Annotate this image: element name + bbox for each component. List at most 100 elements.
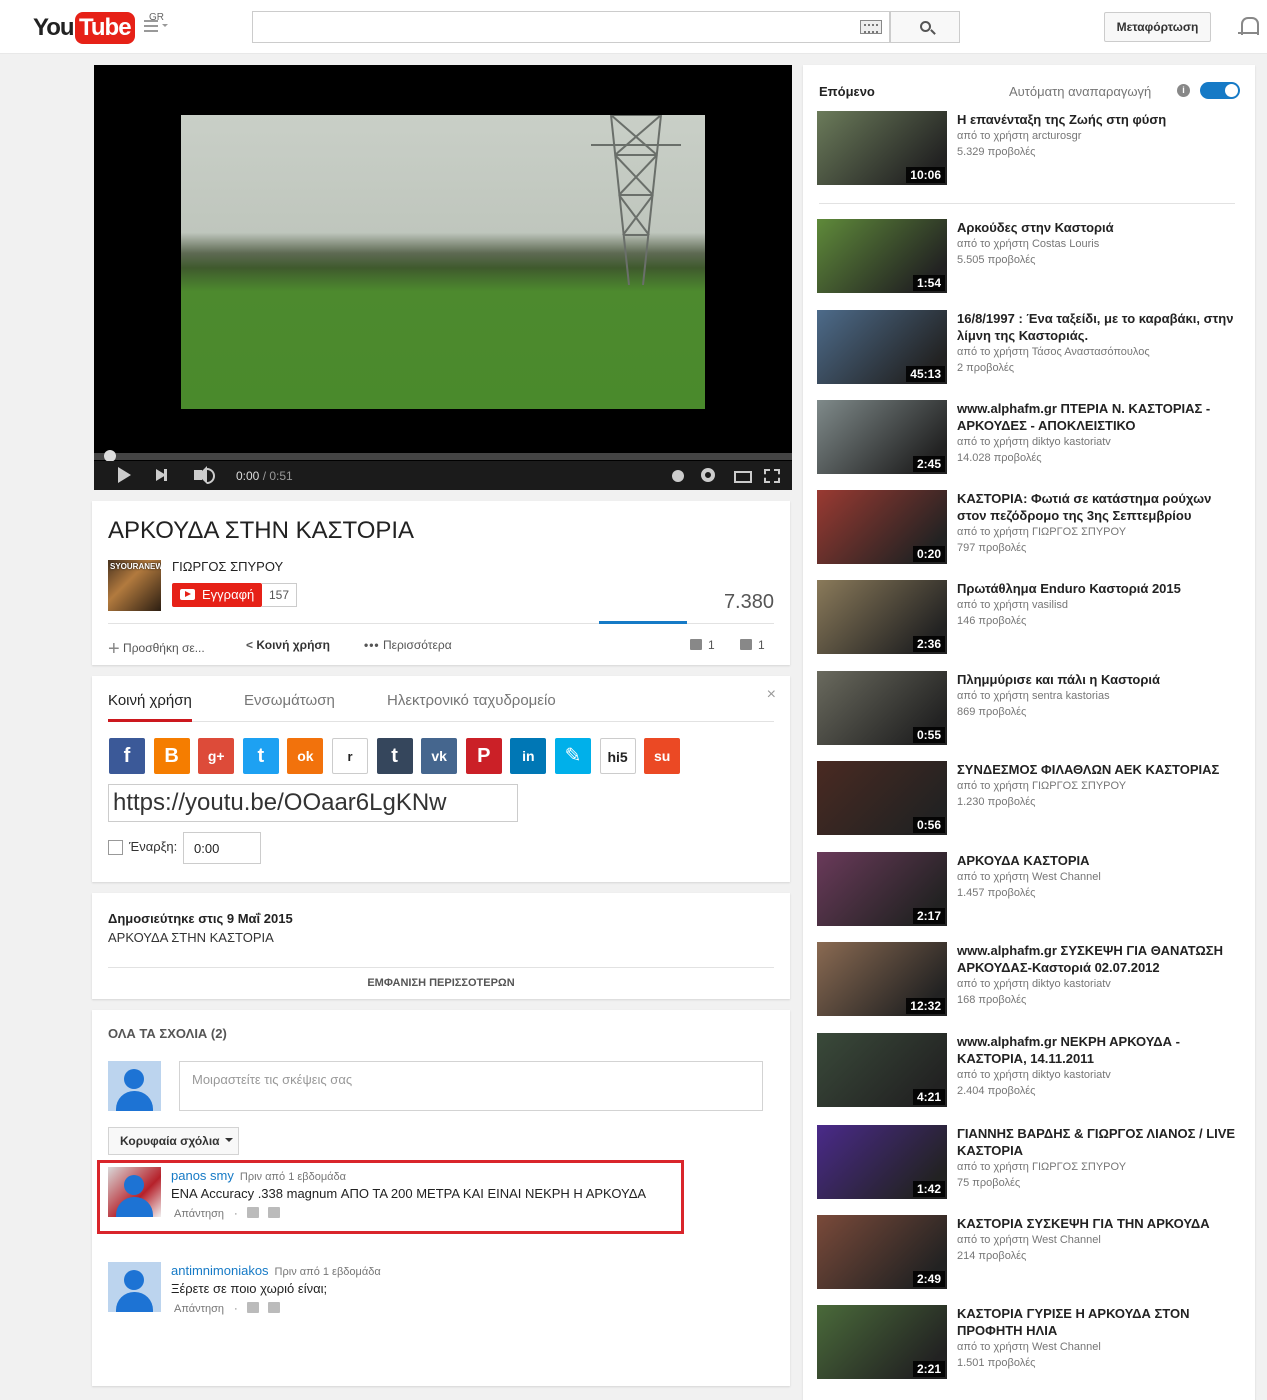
related-video-item[interactable]: 45:13 16/8/1997 : Ένα ταξείδι, με το καρα… <box>803 310 1255 400</box>
twitter-icon[interactable]: t <box>242 738 279 774</box>
related-video-item[interactable]: 0:20 ΚΑΣΤΟΡΙΑ: Φωτιά σε κατάστημα ρούχων … <box>803 490 1255 580</box>
video-thumbnail[interactable]: 10:06 <box>817 111 947 185</box>
autoplay-toggle[interactable] <box>1200 82 1240 99</box>
comment-author[interactable]: antimnimoniakos <box>171 1263 269 1278</box>
google-plus-icon[interactable]: g+ <box>198 738 235 774</box>
thumbs-up-icon[interactable] <box>246 1302 259 1313</box>
related-video-item[interactable]: 1:42 ΓΙΑΝΝΗΣ ΒΑΡΔΗΣ & ΓΙΩΡΓΟΣ ΛΙΑΝΟΣ / LI… <box>803 1125 1255 1215</box>
video-title[interactable]: ΚΑΣΤΟΡΙΑ: Φωτιά σε κατάστημα ρούχων στον… <box>957 490 1239 524</box>
subscribe-button[interactable]: Εγγραφή <box>172 583 262 607</box>
more-actions-button[interactable]: ••• Περισσότερα <box>364 638 452 652</box>
video-player[interactable]: 0:00 / 0:51 <box>94 65 792 490</box>
video-title[interactable]: ΣΥΝΔΕΣΜΟΣ ΦΙΛΑΘΛΩΝ ΑΕΚ ΚΑΣΤΟΡΙΑΣ <box>957 761 1239 778</box>
video-thumbnail[interactable]: 0:56 <box>817 761 947 835</box>
video-thumbnail[interactable]: 2:17 <box>817 852 947 926</box>
video-title[interactable]: Αρκούδες στην Καστοριά <box>957 219 1239 236</box>
video-title[interactable]: Πρωτάθλημα Enduro Καστοριά 2015 <box>957 580 1239 597</box>
video-thumbnail[interactable]: 2:45 <box>817 400 947 474</box>
fullscreen-icon[interactable] <box>764 469 780 483</box>
related-video-item[interactable]: 2:36 Πρωτάθλημα Enduro Καστοριά 2015 από τ… <box>803 580 1255 670</box>
reddit-icon[interactable]: r <box>332 738 368 774</box>
video-thumbnail[interactable]: 1:42 <box>817 1125 947 1199</box>
add-to-button[interactable]: + Προσθήκη σε... <box>108 638 205 661</box>
theater-mode-icon[interactable] <box>734 471 752 483</box>
video-title[interactable]: ΚΑΣΤΟΡΙΑ ΓΥΡΙΣΕ Η ΑΡΚΟΥΔΑ ΣΤΟΝ ΠΡΟΦΗΤΗ Η… <box>957 1305 1239 1339</box>
notifications-bell-icon[interactable] <box>1238 15 1259 39</box>
related-video-item[interactable]: 4:21 www.alphafm.gr ΝΕΚΡΗ ΑΡΚΟΥΔΑ - ΚΑΣΤΟ… <box>803 1033 1255 1123</box>
progress-bar[interactable] <box>94 450 792 462</box>
tab-share[interactable]: Κοινή χρήση <box>108 692 192 722</box>
video-title[interactable]: ΚΑΣΤΟΡΙΑ ΣΥΣΚΕΨΗ ΓΙΑ ΤΗΝ ΑΡΚΟΥΔΑ <box>957 1215 1239 1232</box>
related-video-item[interactable]: 2:17 ΑΡΚΟΥΔΑ ΚΑΣΤΟΡΙΑ από το χρήστη West C… <box>803 852 1255 942</box>
start-at-checkbox[interactable] <box>108 840 123 855</box>
related-video-item[interactable]: 2:45 www.alphafm.gr ΠΤΕΡΙΑ Ν. ΚΑΣΤΟΡΙΑΣ -… <box>803 400 1255 490</box>
video-thumbnail[interactable]: 0:55 <box>817 671 947 745</box>
search-button[interactable] <box>890 11 960 43</box>
vk-icon[interactable]: vk <box>421 738 458 774</box>
reply-button[interactable]: Απάντηση <box>174 1303 224 1315</box>
video-title[interactable]: www.alphafm.gr ΣΥΣΚΕΨΗ ΓΙΑ ΘΑΝΑΤΩΣΗ ΑΡΚΟ… <box>957 942 1239 976</box>
channel-name[interactable]: ΓΙΩΡΓΟΣ ΣΠΥΡΟΥ <box>172 559 283 574</box>
livejournal-icon[interactable]: ✎ <box>555 738 591 774</box>
blogger-icon[interactable]: B <box>153 738 190 774</box>
related-video-item[interactable]: 1:54 Αρκούδες στην Καστοριά από το χρήστη … <box>803 219 1255 309</box>
upload-button[interactable]: Μεταφόρτωση <box>1104 12 1211 42</box>
thumbs-down-icon[interactable] <box>267 1302 280 1313</box>
next-icon[interactable] <box>156 469 167 481</box>
related-video-item[interactable]: 0:56 ΣΥΝΔΕΣΜΟΣ ΦΙΛΑΘΛΩΝ ΑΕΚ ΚΑΣΤΟΡΙΑΣ από … <box>803 761 1255 851</box>
like-button[interactable]: 1 <box>690 638 715 652</box>
video-thumbnail[interactable]: 12:32 <box>817 942 947 1016</box>
linkedin-icon[interactable]: in <box>510 738 547 774</box>
video-title[interactable]: www.alphafm.gr ΝΕΚΡΗ ΑΡΚΟΥΔΑ - ΚΑΣΤΟΡΙΑ,… <box>957 1033 1239 1067</box>
comment-time[interactable]: Πριν από 1 εβδομάδα <box>275 1266 381 1278</box>
player-controls: 0:00 / 0:51 <box>94 461 792 490</box>
tab-embed[interactable]: Ενσωμάτωση <box>244 692 335 722</box>
search-input[interactable] <box>252 11 890 43</box>
video-title[interactable]: www.alphafm.gr ΠΤΕΡΙΑ Ν. ΚΑΣΤΟΡΙΑΣ - ΑΡΚ… <box>957 400 1239 434</box>
close-icon[interactable]: × <box>767 686 776 704</box>
video-thumbnail[interactable]: 2:49 <box>817 1215 947 1289</box>
settings-gear-icon[interactable] <box>701 468 715 482</box>
video-title[interactable]: 16/8/1997 : Ένα ταξείδι, με το καραβάκι,… <box>957 310 1239 344</box>
video-views: 869 προβολές <box>957 706 1027 718</box>
keyboard-icon[interactable] <box>860 20 882 34</box>
related-video-item[interactable]: 0:55 Πλημμύρισε και πάλι η Καστοριά από το… <box>803 671 1255 761</box>
chevron-down-icon[interactable] <box>162 24 168 30</box>
related-video-item[interactable]: 10:06 Η επανένταξη της Ζωής στη φύση από τ… <box>803 111 1255 201</box>
video-title[interactable]: ΓΙΑΝΝΗΣ ΒΑΡΔΗΣ & ΓΙΩΡΓΟΣ ΛΙΑΝΟΣ / LIVE Κ… <box>957 1125 1239 1159</box>
video-thumbnail[interactable]: 2:36 <box>817 580 947 654</box>
video-thumbnail[interactable]: 2:21 <box>817 1305 947 1379</box>
related-video-item[interactable]: 2:21 ΚΑΣΤΟΡΙΑ ΓΥΡΙΣΕ Η ΑΡΚΟΥΔΑ ΣΤΟΝ ΠΡΟΦΗ… <box>803 1305 1255 1395</box>
tab-email[interactable]: Ηλεκτρονικό ταχυδρομείο <box>387 692 556 722</box>
hi5-icon[interactable]: hi5 <box>599 738 636 774</box>
volume-icon[interactable] <box>194 466 215 484</box>
facebook-icon[interactable]: f <box>109 738 145 774</box>
video-thumbnail[interactable]: 45:13 <box>817 310 947 384</box>
video-title[interactable]: Πλημμύρισε και πάλι η Καστοριά <box>957 671 1239 688</box>
pinterest-icon[interactable]: P <box>465 738 502 774</box>
video-title[interactable]: Η επανένταξη της Ζωής στη φύση <box>957 111 1239 128</box>
play-icon[interactable] <box>118 467 131 483</box>
video-title[interactable]: ΑΡΚΟΥΔΑ ΚΑΣΤΟΡΙΑ <box>957 852 1239 869</box>
video-frame[interactable] <box>181 115 705 409</box>
comment-input[interactable]: Μοιραστείτε τις σκέψεις σας <box>179 1061 763 1111</box>
start-time-input[interactable]: 0:00 <box>183 832 261 864</box>
related-video-item[interactable]: 12:32 www.alphafm.gr ΣΥΣΚΕΨΗ ΓΙΑ ΘΑΝΑΤΩΣΗ… <box>803 942 1255 1032</box>
video-thumbnail[interactable]: 0:20 <box>817 490 947 564</box>
stumbleupon-icon[interactable]: su <box>644 738 681 774</box>
share-button[interactable]: < Κοινή χρήση <box>246 638 330 652</box>
tumblr-icon[interactable]: t <box>376 738 413 774</box>
info-icon[interactable]: i <box>1177 84 1190 97</box>
dislike-button[interactable]: 1 <box>740 638 765 652</box>
odnoklassniki-icon[interactable]: ok <box>287 738 324 774</box>
related-video-item[interactable]: 2:49 ΚΑΣΤΟΡΙΑ ΣΥΣΚΕΨΗ ΓΙΑ ΤΗΝ ΑΡΚΟΥΔΑ από … <box>803 1215 1255 1305</box>
channel-avatar[interactable]: SYOURANEWS <box>108 560 161 611</box>
info-icon[interactable] <box>672 470 684 482</box>
share-url-input[interactable]: https://youtu.be/OOaar6LgKNw <box>108 784 518 822</box>
video-thumbnail[interactable]: 4:21 <box>817 1033 947 1107</box>
sort-comments-button[interactable]: Κορυφαία σχόλια <box>108 1127 239 1155</box>
guide-menu-icon[interactable] <box>144 20 158 32</box>
show-more-button[interactable]: ΕΜΦΑΝΙΣΗ ΠΕΡΙΣΣΟΤΕΡΩΝ <box>92 977 790 989</box>
video-thumbnail[interactable]: 1:54 <box>817 219 947 293</box>
comment-avatar[interactable] <box>108 1262 161 1312</box>
